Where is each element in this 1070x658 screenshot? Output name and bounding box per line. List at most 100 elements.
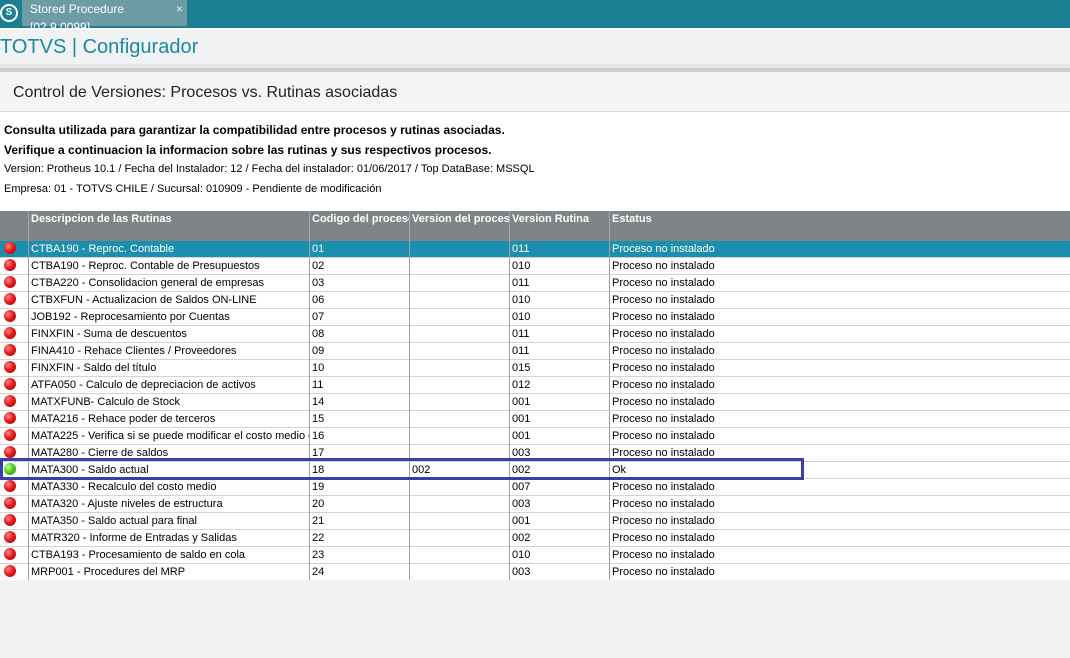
cell-version-rutina: 001 — [510, 428, 610, 445]
cell-estatus: Proceso no instalado — [612, 430, 715, 442]
cell-estatus: Proceso no instalado — [612, 345, 715, 357]
cell-estatus: Proceso no instalado — [612, 566, 715, 578]
cell-version-rutina: 002 — [510, 530, 610, 547]
red-status-icon — [4, 446, 16, 458]
red-status-icon — [4, 310, 16, 322]
table-row[interactable]: FINXFIN - Suma de descuentos 08 011 Proceso… — [0, 326, 1070, 343]
app-logo-icon: S — [0, 4, 18, 22]
red-status-icon — [4, 429, 16, 441]
table-row[interactable]: ATFA050 - Calculo de depreciacion de act… — [0, 377, 1070, 394]
status-cell — [0, 292, 29, 309]
cell-codigo: 08 — [310, 326, 410, 343]
cell-version-proceso — [410, 360, 510, 377]
cell-estatus: Proceso no instalado — [612, 379, 715, 391]
window-tab[interactable]: Stored Procedure [02.9.0099] × — [22, 0, 187, 34]
red-status-icon — [4, 259, 16, 271]
cell-version-proceso — [410, 275, 510, 292]
status-cell — [0, 411, 29, 428]
status-cell — [0, 547, 29, 564]
table-row[interactable]: CTBA193 - Procesamiento de saldo en cola… — [0, 547, 1070, 564]
cell-version-proceso — [410, 411, 510, 428]
table-row[interactable]: MATR320 - Informe de Entradas y Salidas 2… — [0, 530, 1070, 547]
cell-descripcion: MATA216 - Rehace poder de terceros — [29, 411, 310, 428]
status-cell — [0, 258, 29, 275]
cell-descripcion: FINXFIN - Suma de descuentos — [29, 326, 310, 343]
table-row[interactable]: MRP001 - Procedures del MRP 24 003 Proceso … — [0, 564, 1070, 581]
cell-estatus: Proceso no instalado — [612, 549, 715, 561]
cell-estatus: Proceso no instalado — [612, 396, 715, 408]
cell-version-rutina: 010 — [510, 292, 610, 309]
cell-estatus: Proceso no instalado — [612, 328, 715, 340]
cell-version-proceso — [410, 343, 510, 360]
cell-descripcion: CTBA193 - Procesamiento de saldo en cola — [29, 547, 310, 564]
table-row[interactable]: MATA225 - Verifica si se puede modificar… — [0, 428, 1070, 445]
red-status-icon — [4, 242, 16, 254]
cell-estatus: Proceso no instalado — [612, 532, 715, 544]
cell-codigo: 10 — [310, 360, 410, 377]
table-row[interactable]: MATA330 - Recalculo del costo medio 19 007… — [0, 479, 1070, 496]
table-row[interactable]: MATA320 - Ajuste niveles de estructura 20… — [0, 496, 1070, 513]
status-cell — [0, 394, 29, 411]
cell-estatus: Proceso no instalado — [612, 260, 715, 272]
cell-codigo: 23 — [310, 547, 410, 564]
table-row[interactable]: JOB192 - Reprocesamiento por Cuentas 07 01… — [0, 309, 1070, 326]
cell-estatus: Proceso no instalado — [612, 277, 715, 289]
info-version: Version: Protheus 10.1 / Fecha del Insta… — [4, 163, 535, 175]
cell-descripcion: FINA410 - Rehace Clientes / Proveedores — [29, 343, 310, 360]
red-status-icon — [4, 293, 16, 305]
cell-descripcion: MATXFUNB- Calculo de Stock — [29, 394, 310, 411]
cell-descripcion: ATFA050 - Calculo de depreciacion de act… — [29, 377, 310, 394]
cell-descripcion: MATA225 - Verifica si se puede modificar… — [29, 428, 310, 445]
table-row[interactable]: CTBA220 - Consolidacion general de empre… — [0, 275, 1070, 292]
table-row[interactable]: MATA216 - Rehace poder de terceros 15 001 P… — [0, 411, 1070, 428]
column-header-version-rutina[interactable]: Version Rutina — [510, 211, 610, 241]
status-cell — [0, 343, 29, 360]
table-row[interactable]: FINA410 - Rehace Clientes / Proveedores 0… — [0, 343, 1070, 360]
cell-version-rutina: 010 — [510, 309, 610, 326]
cell-descripcion: MATA330 - Recalculo del costo medio — [29, 479, 310, 496]
cell-descripcion: CTBXFUN - Actualizacion de Saldos ON-LIN… — [29, 292, 310, 309]
cell-version-rutina: 001 — [510, 513, 610, 530]
cell-version-proceso — [410, 377, 510, 394]
table-row[interactable]: FINXFIN - Saldo del título 10 015 Proceso n… — [0, 360, 1070, 377]
cell-version-proceso — [410, 513, 510, 530]
column-header-codigo[interactable]: Codigo del proceso — [310, 211, 410, 241]
cell-version-rutina: 003 — [510, 496, 610, 513]
column-header-descripcion[interactable]: Descripcion de las Rutinas — [29, 211, 310, 241]
red-status-icon — [4, 276, 16, 288]
cell-version-rutina: 010 — [510, 258, 610, 275]
close-icon[interactable]: × — [176, 0, 183, 18]
table-row[interactable]: CTBA190 - Reproc. Contable 01 011 Proceso n… — [0, 241, 1070, 258]
table-row[interactable]: CTBXFUN - Actualizacion de Saldos ON-LIN… — [0, 292, 1070, 309]
column-header-version-proceso[interactable]: Version del proceso — [410, 211, 510, 241]
page-title: Control de Versiones: Procesos vs. Rutin… — [13, 84, 398, 101]
table-row[interactable]: CTBA190 - Reproc. Contable de Presupuest… — [0, 258, 1070, 275]
cell-descripcion: JOB192 - Reprocesamiento por Cuentas — [29, 309, 310, 326]
cell-version-rutina: 001 — [510, 394, 610, 411]
cell-version-rutina: 011 — [510, 241, 610, 258]
cell-codigo: 15 — [310, 411, 410, 428]
cell-codigo: 14 — [310, 394, 410, 411]
status-cell — [0, 496, 29, 513]
table-row[interactable]: MATXFUNB- Calculo de Stock 14 001 Proceso n… — [0, 394, 1070, 411]
cell-descripcion: MATA320 - Ajuste niveles de estructura — [29, 496, 310, 513]
column-header-status[interactable] — [0, 211, 29, 241]
cell-version-proceso — [410, 309, 510, 326]
cell-codigo: 01 — [310, 241, 410, 258]
cell-descripcion: CTBA220 - Consolidacion general de empre… — [29, 275, 310, 292]
column-header-estatus[interactable]: Estatus — [610, 211, 1070, 241]
cell-estatus: Proceso no instalado — [612, 498, 715, 510]
red-status-icon — [4, 565, 16, 577]
table-row[interactable]: MATA350 - Saldo actual para final 21 001 Pr… — [0, 513, 1070, 530]
red-status-icon — [4, 531, 16, 543]
top-bar: S Stored Procedure [02.9.0099] × — [0, 0, 1070, 34]
cell-version-proceso — [410, 496, 510, 513]
cell-estatus: Proceso no instalado — [612, 481, 715, 493]
cell-version-proceso — [410, 394, 510, 411]
cell-codigo: 19 — [310, 479, 410, 496]
cell-estatus: Proceso no instalado — [612, 294, 715, 306]
cell-estatus: Proceso no instalado — [612, 243, 715, 255]
app-header: TOTVS | Configurador — [0, 28, 1070, 64]
red-status-icon — [4, 378, 16, 390]
cell-codigo: 09 — [310, 343, 410, 360]
